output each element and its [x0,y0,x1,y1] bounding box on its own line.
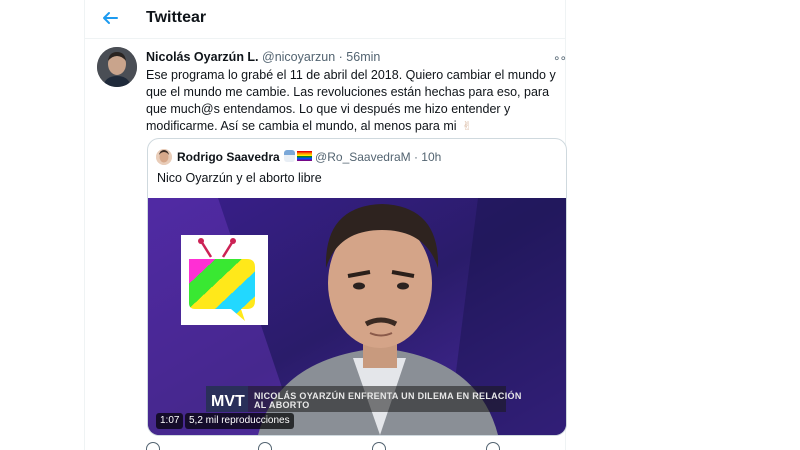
video-views: 5,2 mil reproducciones [185,413,294,429]
tweet-header: Nicolás Oyarzún L. @nicoyarzun · 56min [146,50,380,64]
quoted-author-handle[interactable]: @Ro_SaavedraM [315,150,411,164]
quoted-tweet-card[interactable]: Rodrigo Saavedra @Ro_SaavedraM · 10h Nic… [147,138,567,436]
page-title: Twittear [146,9,207,26]
lower-third-caption: NICOLÁS OYARZÚN ENFRENTA UN DILEMA EN RE… [254,391,522,410]
author-photo [97,47,137,87]
tweet-time[interactable]: 56min [346,50,380,64]
header-divider [84,38,565,39]
video-player[interactable]: MVT NICOLÁS OYARZÚN ENFRENTA UN DILEMA E… [148,198,566,435]
channel-logo-text: MVT [211,393,245,410]
tweet-actions [146,442,566,450]
rainbow-flag-icon [296,151,312,161]
quoted-tweet-text: Nico Oyarzún y el aborto libre [157,171,322,185]
header-bar: Twittear [0,0,800,38]
victory-hand-icon: ✌ [462,119,473,133]
reply-icon[interactable] [146,442,160,450]
quoted-author-photo [156,149,172,165]
retweet-icon[interactable] [258,442,272,450]
share-icon[interactable] [486,442,500,450]
tweet-text: Ese programa lo grabé el 11 de abril del… [146,67,566,135]
separator-dot: · [413,150,418,164]
left-column-divider [84,0,85,450]
avatar[interactable] [97,47,137,87]
like-icon[interactable] [372,442,386,450]
quoted-avatar[interactable] [156,149,172,165]
quoted-author-name[interactable]: Rodrigo Saavedra [177,150,280,164]
tv-icon [189,238,255,321]
person-emoji-icon [283,150,295,162]
arrow-left-icon [103,12,118,24]
tv-logo-overlay [181,235,268,325]
author-name[interactable]: Nicolás Oyarzún L. [146,50,259,64]
quoted-tweet-header: Rodrigo Saavedra @Ro_SaavedraM · 10h [177,150,441,164]
back-button[interactable] [96,4,124,32]
video-duration: 1:07 [156,413,184,429]
quoted-tweet-time[interactable]: 10h [421,150,441,164]
more-options-button[interactable]: ∘∘ [553,51,567,65]
separator-dot: · [338,50,343,64]
tweet-body: Ese programa lo grabé el 11 de abril del… [146,68,556,133]
author-handle[interactable]: @nicoyarzun [262,50,335,64]
